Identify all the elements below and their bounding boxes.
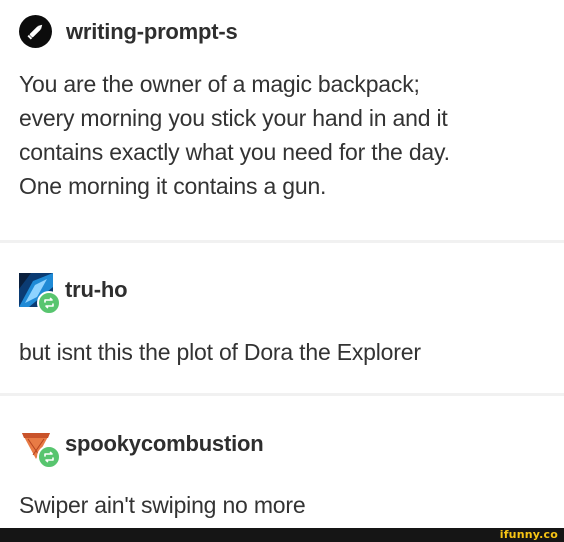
reblog-badge (37, 291, 61, 315)
reblog-icon (44, 451, 54, 463)
divider (0, 393, 564, 396)
post-header-3: spookycombustion (19, 427, 264, 469)
text-line: One morning it contains a gun. (19, 173, 327, 199)
text-line: You are the owner of a magic backpack; (19, 71, 420, 97)
username[interactable]: spookycombustion (65, 431, 264, 457)
divider (0, 240, 564, 243)
text-line: but isnt this the plot of Dora the Explo… (19, 339, 421, 365)
reblog-icon (44, 297, 54, 309)
username[interactable]: tru-ho (65, 277, 128, 303)
post-body-3: Swiper ain't swiping no more (19, 488, 306, 522)
post-body-1: You are the owner of a magic backpack; e… (19, 67, 450, 203)
avatar[interactable] (19, 273, 61, 315)
reblog-badge (37, 445, 61, 469)
avatar[interactable] (19, 15, 52, 48)
username[interactable]: writing-prompt-s (66, 19, 238, 45)
watermark-bar: ifunny.co (0, 528, 564, 542)
pen-icon (27, 24, 43, 40)
post-header-2: tru-ho (19, 273, 128, 315)
watermark: ifunny.co (499, 528, 558, 541)
post-body-2: but isnt this the plot of Dora the Explo… (19, 335, 421, 369)
text-line: contains exactly what you need for the d… (19, 139, 450, 165)
text-line: Swiper ain't swiping no more (19, 492, 306, 518)
post-header-1: writing-prompt-s (19, 15, 238, 48)
text-line: every morning you stick your hand in and… (19, 105, 448, 131)
avatar[interactable] (19, 427, 61, 469)
